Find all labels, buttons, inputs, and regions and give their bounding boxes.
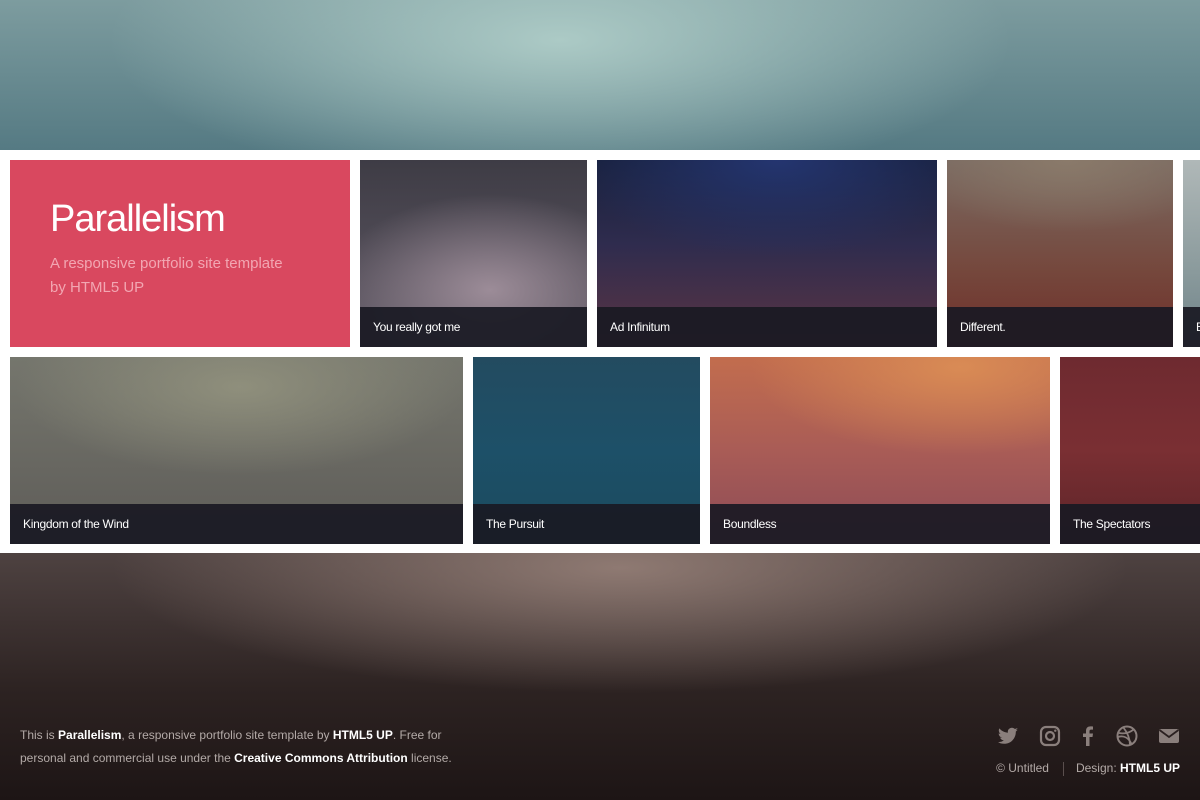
gallery-caption-label: E [1183,320,1200,334]
footer-copy: This is Parallelism, a responsive portfo… [20,724,490,770]
gallery-caption-label: Ad Infinitum [610,320,670,334]
design-label: Design: [1075,761,1120,775]
footer-text-middle: , a responsive portfolio site template b… [121,728,333,742]
gallery-item-the-pursuit[interactable]: The Pursuit [473,357,700,544]
instagram-icon[interactable] [1038,724,1062,748]
gallery-caption: The Spectators [1060,504,1200,544]
footer-author-link[interactable]: HTML5 UP [333,728,393,742]
gallery-caption: Kingdom of the Wind [10,504,463,544]
gallery-caption: Different. [947,307,1173,347]
footer-credits: © Untitled Design: HTML5 UP [996,760,1180,776]
footer-site-name: Parallelism [58,728,122,742]
gallery-caption-label: The Pursuit [486,517,545,531]
gallery-caption-label: Kingdom of the Wind [23,517,129,531]
facebook-icon[interactable] [1076,724,1100,748]
gallery-caption-label: The Spectators [1073,517,1151,531]
gallery-caption-label: Different. [960,320,1006,334]
dribbble-icon[interactable] [1115,724,1139,748]
gallery-caption: The Pursuit [473,504,700,544]
gallery-item-partial[interactable]: E [1183,160,1200,347]
site-title: Parallelism [50,198,226,240]
gallery-caption-label: You really got me [373,320,461,334]
gallery-caption: You really got me [360,307,587,347]
top-background [0,0,1200,150]
gallery-item-you-really-got-me[interactable]: You really got me [360,160,587,347]
gallery-item-boundless[interactable]: Boundless [710,357,1050,544]
footer-text-suffix: license. [407,751,452,765]
gallery-caption: Ad Infinitum [597,307,937,347]
credits-divider [1062,761,1064,776]
gallery-caption-label: Boundless [723,517,777,531]
gallery-item-different[interactable]: Different. [947,160,1173,347]
gallery-caption: Boundless [710,504,1050,544]
gallery-caption: E [1183,307,1200,347]
gallery-item-kingdom-of-the-wind[interactable]: Kingdom of the Wind [10,357,463,544]
design-credit-link[interactable]: HTML5 UP [1120,761,1180,775]
footer-license-link[interactable]: Creative Commons Attribution [234,751,408,765]
envelope-icon[interactable] [1157,724,1181,748]
gallery-item-the-spectators[interactable]: The Spectators [1060,357,1200,544]
copyright-text: © Untitled [996,761,1049,775]
gallery-item-ad-infinitum[interactable]: Ad Infinitum [597,160,937,347]
site-tagline: A responsive portfolio site template by … [50,255,283,296]
twitter-icon[interactable] [996,724,1020,748]
footer-text-prefix: This is [20,728,59,742]
intro-tile: Parallelism A responsive portfolio site … [10,160,350,347]
